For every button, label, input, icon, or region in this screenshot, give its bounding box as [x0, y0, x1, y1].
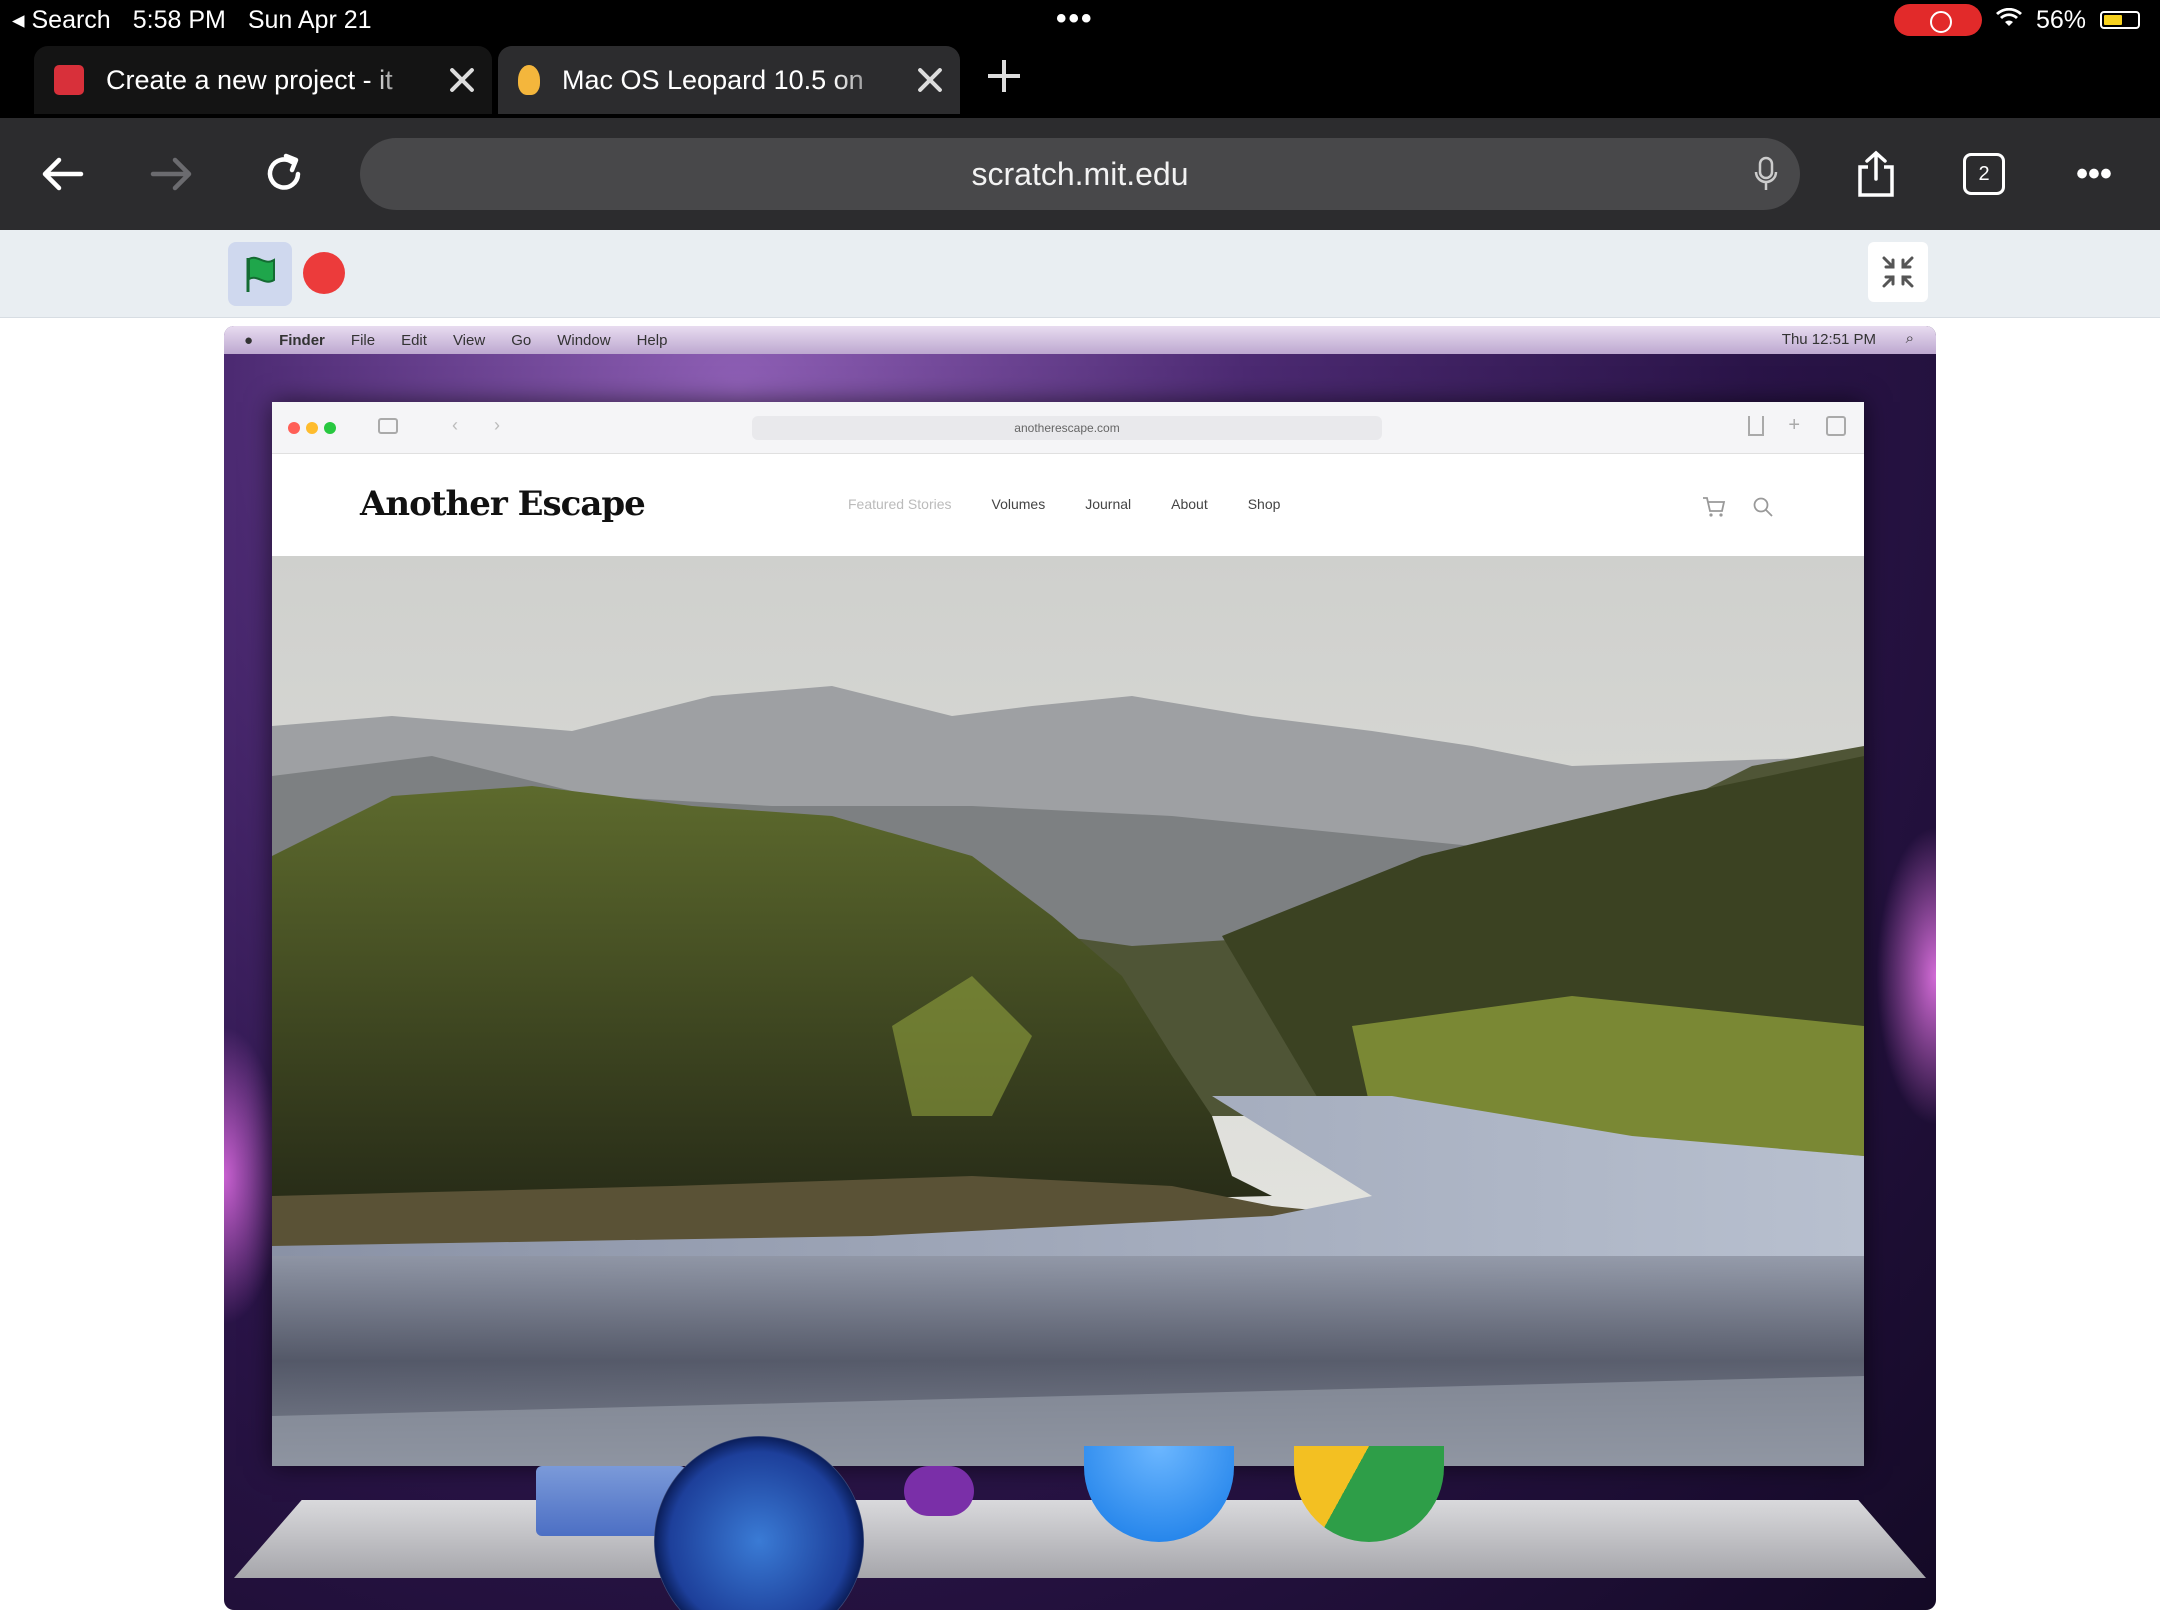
status-time: 5:58 PM: [132, 5, 226, 34]
safari-forward-icon[interactable]: ›: [494, 415, 500, 436]
forward-arrow-icon[interactable]: [144, 146, 200, 202]
new-tab-icon[interactable]: [984, 56, 1024, 96]
tab-count: 2: [1963, 153, 2005, 195]
scratch-stage[interactable]: ● Finder File Edit View Go Window Help T…: [224, 326, 1936, 1610]
safari-url-text: anotherescape.com: [1014, 421, 1120, 435]
safari-tabs-icon[interactable]: [1826, 416, 1846, 436]
safari-share-icon[interactable]: [1748, 416, 1764, 436]
mac-menu-help[interactable]: Help: [637, 332, 668, 349]
dock-shelf: [234, 1500, 1926, 1578]
mac-menu-window[interactable]: Window: [557, 332, 610, 349]
minimize-window-icon[interactable]: [306, 422, 318, 434]
sidebar-icon[interactable]: [378, 418, 398, 434]
exit-fullscreen-icon[interactable]: [1868, 242, 1928, 302]
mac-menu-file[interactable]: File: [351, 332, 375, 349]
apple-logo-icon[interactable]: ●: [244, 332, 253, 349]
scratch-player-bar: [0, 230, 2160, 318]
mac-dock: [224, 1436, 1936, 1610]
tab-title: Create a new project - it: [106, 64, 393, 95]
screen-recording-icon[interactable]: [1893, 4, 1982, 36]
mac-menu-bar: ● Finder File Edit View Go Window Help T…: [224, 326, 1936, 354]
url-text: scratch.mit.edu: [971, 155, 1189, 192]
more-menu-icon[interactable]: •••: [2066, 146, 2122, 202]
aurora-glow: [1876, 826, 1936, 1126]
reload-icon[interactable]: [256, 146, 312, 202]
mac-clock: Thu 12:51 PM: [1781, 331, 1876, 348]
battery-icon: [2100, 11, 2140, 29]
mac-menu-edit[interactable]: Edit: [401, 332, 427, 349]
close-tab-icon[interactable]: [910, 60, 950, 100]
scratch-favicon-icon: [54, 65, 84, 95]
nav-about[interactable]: About: [1171, 496, 1208, 512]
site-header: Another Escape Featured Stories Volumes …: [272, 454, 1864, 556]
stop-sign-icon[interactable]: [303, 252, 345, 294]
status-date: Sun Apr 21: [247, 5, 372, 34]
mac-menu-finder[interactable]: Finder: [279, 332, 325, 349]
safari-address-bar[interactable]: anotherescape.com: [752, 416, 1382, 440]
close-tab-icon[interactable]: [442, 60, 482, 100]
tab-title: Mac OS Leopard 10.5 on: [562, 64, 864, 95]
nav-volumes[interactable]: Volumes: [992, 496, 1046, 512]
microphone-icon[interactable]: [1754, 156, 1778, 200]
mac-menu-view[interactable]: View: [453, 332, 485, 349]
safari-window[interactable]: ‹ › anotherescape.com + Another Escape F…: [272, 402, 1864, 1466]
green-flag-icon[interactable]: [228, 242, 292, 306]
tab-switcher-button[interactable]: 2: [1956, 146, 2012, 202]
site-nav: Featured Stories Volumes Journal About S…: [848, 496, 1280, 512]
close-window-icon[interactable]: [288, 422, 300, 434]
multitask-dots-icon[interactable]: •••: [1056, 2, 1094, 36]
safari-back-icon[interactable]: ‹: [452, 415, 458, 436]
status-bar: ◂ Search 5:58 PM Sun Apr 21 ••• 56%: [0, 0, 2160, 40]
cart-icon[interactable]: [1702, 496, 1726, 523]
safari-toolbar: ‹ › anotherescape.com +: [272, 402, 1864, 454]
share-icon[interactable]: [1848, 146, 1904, 202]
nav-featured-stories[interactable]: Featured Stories: [848, 496, 952, 512]
browser-toolbar: scratch.mit.edu 2 •••: [0, 118, 2160, 230]
search-icon[interactable]: [1752, 496, 1774, 523]
zoom-window-icon[interactable]: [324, 422, 336, 434]
tab-bar: Create a new project - it Mac OS Leopard…: [0, 40, 2160, 118]
back-arrow-icon[interactable]: [34, 146, 90, 202]
hero-landscape-image: [272, 556, 1864, 1466]
wifi-icon: [1995, 6, 2022, 35]
tab-mac-os-leopard[interactable]: Mac OS Leopard 10.5 on: [498, 46, 960, 114]
nav-journal[interactable]: Journal: [1085, 496, 1131, 512]
battery-percent: 56%: [2035, 5, 2086, 34]
safari-new-tab-icon[interactable]: +: [1788, 414, 1800, 437]
spotlight-icon[interactable]: ⌕: [1906, 330, 1914, 347]
back-to-search[interactable]: ◂ Search: [12, 5, 111, 35]
mac-menu-go[interactable]: Go: [511, 332, 531, 349]
nav-shop[interactable]: Shop: [1248, 496, 1281, 512]
app-icon[interactable]: [904, 1466, 974, 1516]
tab-create-project[interactable]: Create a new project - it: [34, 46, 492, 114]
site-logo[interactable]: Another Escape: [360, 484, 646, 524]
scratch-cat-favicon-icon: [518, 65, 540, 95]
address-bar[interactable]: scratch.mit.edu: [360, 138, 1800, 210]
